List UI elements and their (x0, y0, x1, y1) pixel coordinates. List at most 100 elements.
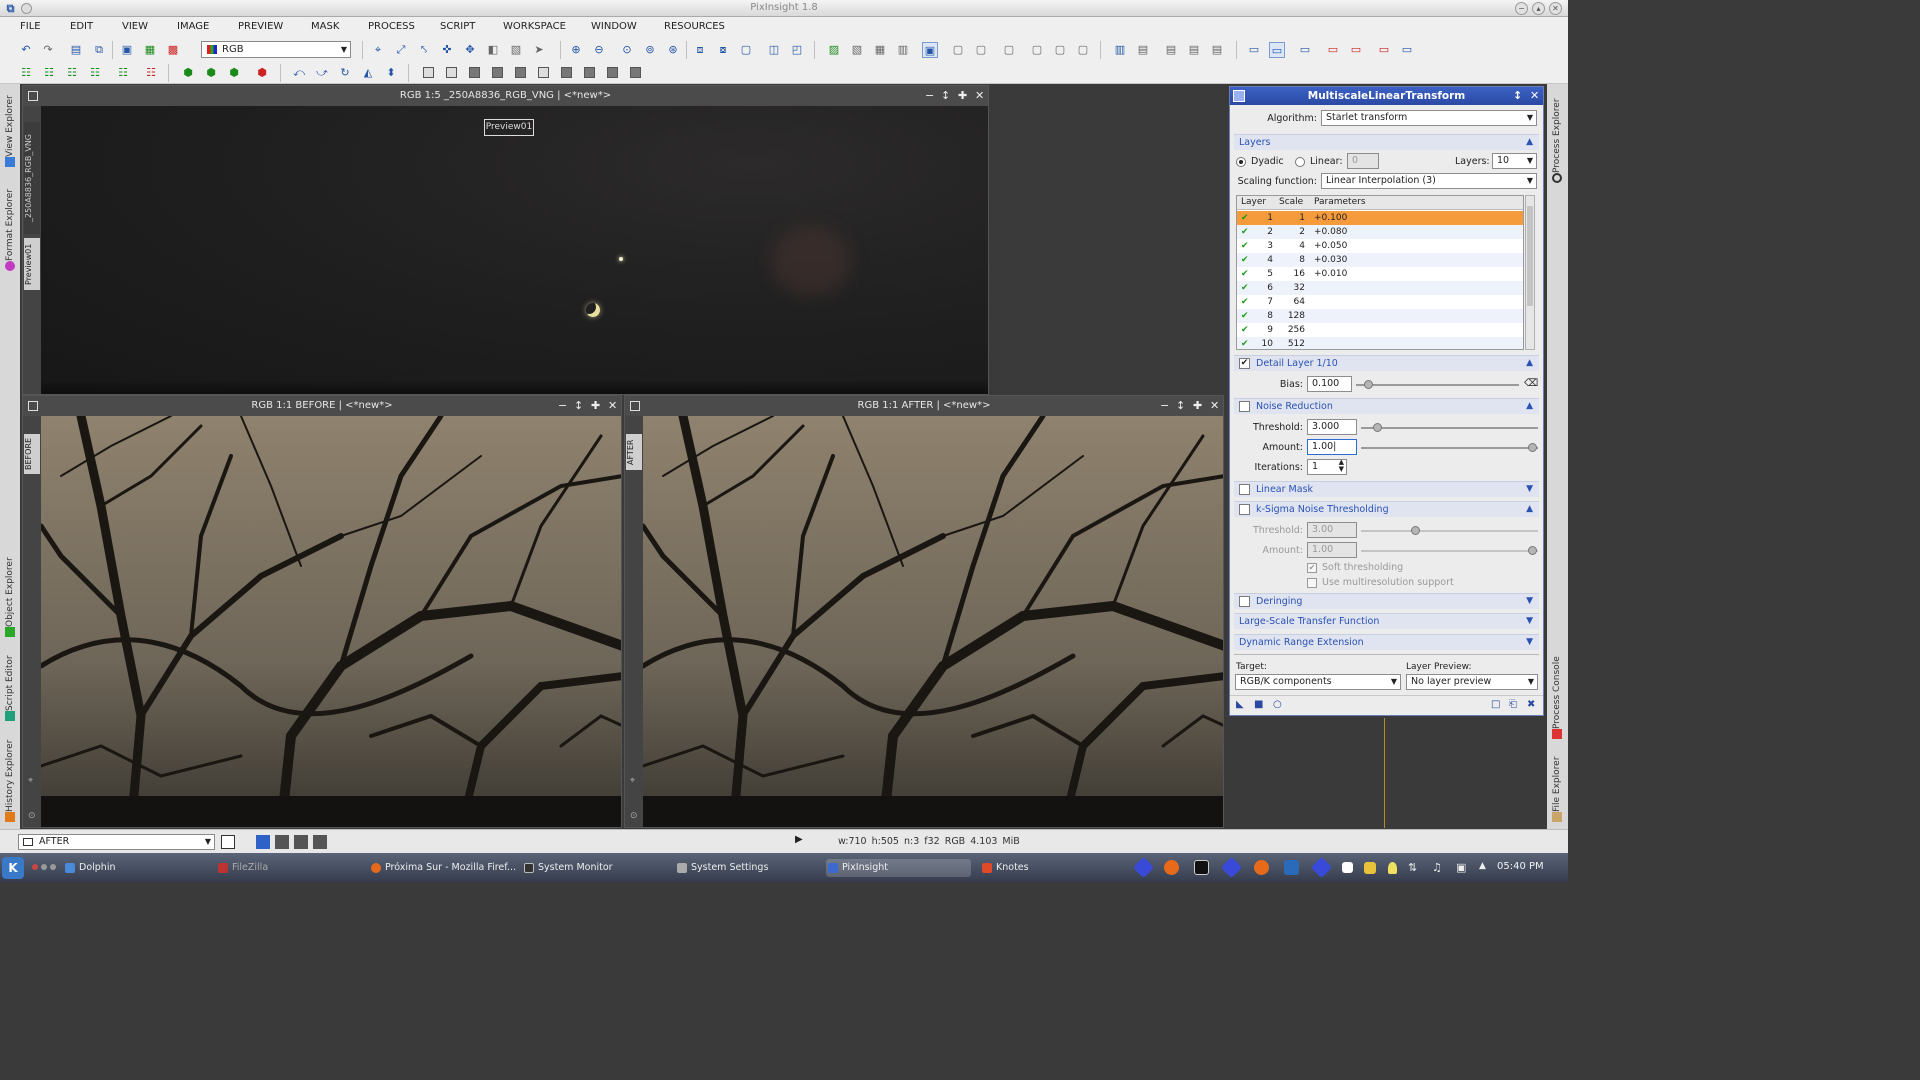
panel-shade-icon[interactable]: ↕ (1513, 87, 1522, 105)
zoom-in-icon[interactable]: ⊕ (568, 42, 584, 58)
background-color-6-icon[interactable] (538, 67, 549, 78)
slider-knob[interactable] (1528, 443, 1537, 452)
pin-icon[interactable]: ⌖ (630, 776, 635, 786)
window-shade-icon[interactable]: ↕ (1176, 396, 1185, 416)
background-color-3-icon[interactable] (469, 67, 480, 78)
cube-2-icon[interactable]: ⬢ (203, 65, 219, 81)
screen-4-icon[interactable]: ▭ (1348, 42, 1364, 58)
apply-icon[interactable]: ■ (1254, 699, 1263, 710)
slider-knob[interactable] (1528, 546, 1537, 555)
volume-icon[interactable]: ♫ (1432, 861, 1442, 874)
checkmark-icon[interactable]: ✔ (1241, 295, 1249, 309)
zoom-fit-icon[interactable]: ⤢ (393, 42, 409, 58)
clear-icon[interactable]: ⌫ (1524, 378, 1538, 389)
window-minimize-icon[interactable]: − (558, 396, 567, 416)
zoom-window-icon[interactable]: ⤣ (416, 42, 432, 58)
checkmark-icon[interactable]: ✔ (1241, 323, 1249, 337)
screen-6-icon[interactable]: ▭ (1399, 42, 1415, 58)
task-firefox[interactable]: Próxima Sur - Mozilla Firef... (369, 859, 516, 877)
multires-support-checkbox[interactable] (1307, 578, 1317, 588)
tab-history-explorer[interactable]: History Explorer (0, 734, 20, 827)
background-color-7-icon[interactable] (561, 67, 572, 78)
window-close-icon[interactable]: ✕ (1210, 396, 1219, 416)
layer-row-6[interactable]: ✔ 6 32 (1237, 281, 1523, 295)
layer-row-3[interactable]: ✔ 3 4 +0.050 (1237, 239, 1523, 253)
minimize-button[interactable]: − (1515, 2, 1528, 15)
activity-dot-icon[interactable] (32, 864, 38, 870)
task-pixinsight[interactable]: PixInsight (826, 859, 971, 877)
firefox-launcher-icon[interactable] (1164, 860, 1179, 875)
amount-slider[interactable] (1361, 443, 1538, 452)
tab-script-editor[interactable]: Script Editor (0, 650, 20, 726)
layer-row-1[interactable]: ✔ 1 1 +0.100 (1237, 211, 1523, 225)
scrollbar-thumb[interactable] (1527, 206, 1533, 306)
activity-dot-icon[interactable] (41, 864, 47, 870)
checkmark-icon[interactable]: ✔ (1241, 225, 1249, 239)
task-system-settings[interactable]: System Settings (675, 859, 768, 877)
edit-preview-icon[interactable]: ▧ (508, 42, 524, 58)
background-color-1-icon[interactable] (423, 67, 434, 78)
window-icon[interactable]: ▢ (738, 42, 754, 58)
folder-icon[interactable] (1364, 862, 1376, 874)
checkmark-icon[interactable]: ✔ (1241, 211, 1249, 225)
expand-icon[interactable]: ▼ (1526, 594, 1533, 609)
ks-amount-input[interactable]: 1.00 (1307, 542, 1357, 558)
window-minimize-icon[interactable]: − (925, 86, 934, 106)
crop-icon[interactable]: ◧ (485, 42, 501, 58)
window-maximize-icon[interactable]: ✚ (1193, 396, 1202, 416)
redo-icon[interactable]: ↷ (40, 42, 56, 58)
channel-g-icon[interactable]: ▢ (973, 42, 989, 58)
ksigma-checkbox[interactable] (1239, 504, 1250, 515)
before-trees-image[interactable] (41, 416, 621, 827)
ks-threshold-slider[interactable] (1361, 526, 1538, 535)
ksigma-section-header[interactable]: k-Sigma Noise Thresholding ▲ (1234, 501, 1539, 517)
scaling-function-select[interactable]: Linear Interpolation (3) ▼ (1321, 173, 1537, 189)
checkmark-icon[interactable]: ✔ (1241, 309, 1249, 323)
before-window-titlebar[interactable]: RGB 1:1 BEFORE | <*new*> − ↕ ✚ ✕ (23, 396, 621, 416)
terminal-icon[interactable] (1194, 860, 1209, 875)
linear-radio[interactable] (1295, 157, 1305, 167)
window-maximize-icon[interactable]: ✚ (591, 396, 600, 416)
grid-4-icon[interactable]: ☷ (87, 65, 103, 81)
zoom-optimal-icon[interactable]: ⊛ (665, 42, 681, 58)
display-channel-b[interactable] (313, 835, 327, 849)
settings-small-icon[interactable]: ⊙ (28, 811, 36, 821)
open-image-icon[interactable]: ▦ (142, 42, 158, 58)
tray-expand-icon[interactable]: ▲ (1479, 861, 1486, 871)
cube-remove-icon[interactable]: ⬢ (254, 65, 270, 81)
kde-menu-icon[interactable]: K (2, 857, 24, 879)
screen-5-icon[interactable]: ▭ (1376, 42, 1392, 58)
collapse-icon[interactable]: ▲ (1526, 502, 1533, 517)
menu-preview[interactable]: PREVIEW (238, 21, 283, 32)
dyadic-radio[interactable] (1236, 157, 1246, 167)
fit-view-button[interactable] (221, 835, 235, 849)
mask-invert-icon[interactable]: ▦ (872, 42, 888, 58)
screen-icon[interactable]: ▭ (1246, 42, 1262, 58)
collapse-icon[interactable]: ▲ (1526, 135, 1533, 150)
grid-1-icon[interactable]: ☷ (18, 65, 34, 81)
history-icon[interactable]: ▤ (68, 42, 84, 58)
iterations-spinbox[interactable]: 1 ▲ ▼ (1307, 459, 1347, 475)
layers-count-select[interactable]: 10 ▼ (1492, 153, 1537, 169)
soft-thresholding-checkbox[interactable]: ✔ (1307, 563, 1317, 573)
threshold-input[interactable]: 3.000 (1307, 419, 1357, 435)
task-knotes[interactable]: Knotes (980, 859, 1029, 877)
menu-script[interactable]: SCRIPT (440, 21, 475, 32)
preview01-box[interactable]: Preview01 (484, 119, 534, 136)
maximize-button[interactable]: ▴ (1532, 2, 1545, 15)
tab-main-view[interactable]: _250A8836_RGB_VNG (24, 122, 40, 234)
layer-row-4[interactable]: ✔ 4 8 +0.030 (1237, 253, 1523, 267)
screen-2-icon[interactable]: ▭ (1297, 42, 1313, 58)
stf-icon[interactable]: ▥ (1112, 42, 1128, 58)
play-icon[interactable]: ▶ (795, 834, 803, 845)
threshold-slider[interactable] (1361, 423, 1538, 432)
color-space-select[interactable]: RGB ▼ (201, 41, 351, 58)
menu-view[interactable]: VIEW (122, 21, 148, 32)
bias-slider[interactable] (1356, 380, 1519, 389)
mlt-titlebar[interactable]: MultiscaleLinearTransform ↕ ✕ (1230, 87, 1543, 105)
layer-row-5[interactable]: ✔ 5 16 +0.010 (1237, 267, 1523, 281)
layers-table-scrollbar[interactable] (1525, 195, 1535, 350)
tab-view-explorer[interactable]: View Explorer (0, 88, 20, 172)
notes-icon[interactable] (1342, 862, 1353, 873)
stf-link-icon[interactable]: ▤ (1163, 42, 1179, 58)
